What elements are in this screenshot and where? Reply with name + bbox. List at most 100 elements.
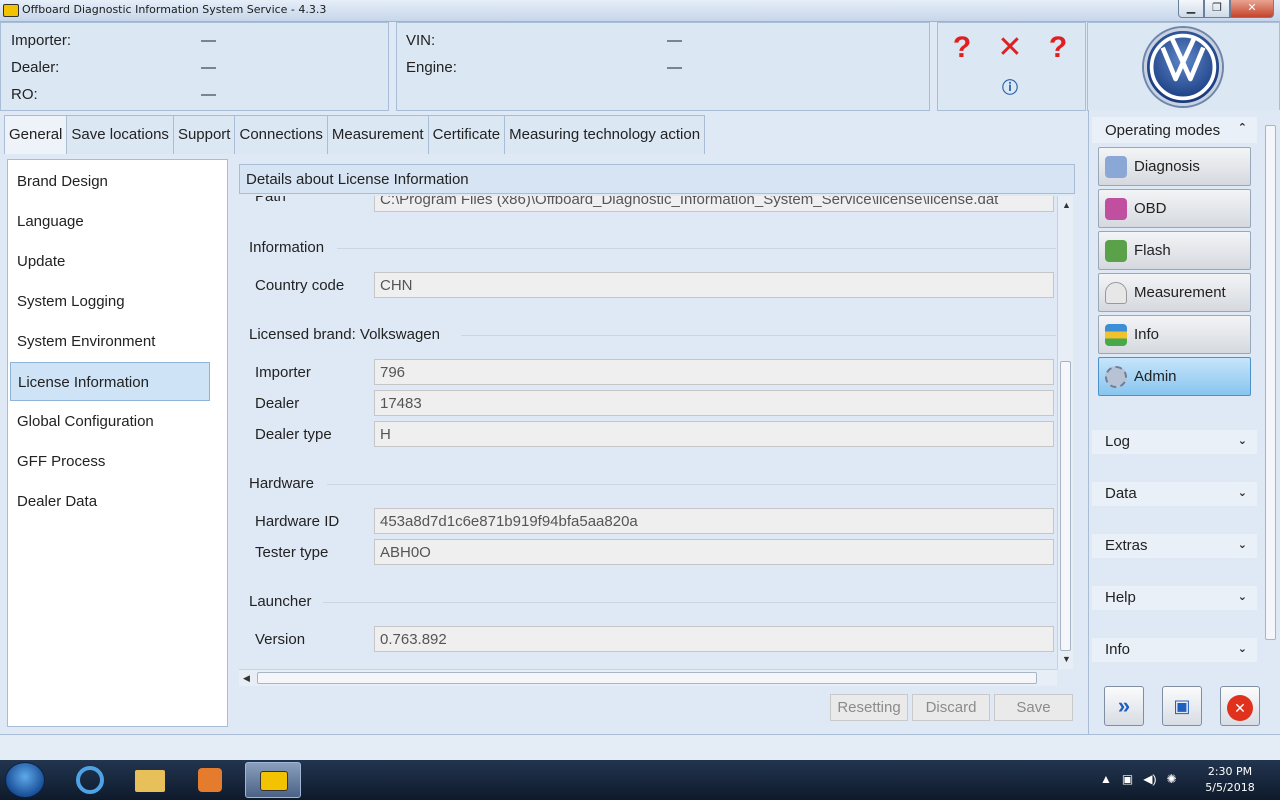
section-info[interactable]: Info ⌄ <box>1092 638 1257 662</box>
ro-label: RO: <box>11 86 38 103</box>
operating-modes-title: Operating modes <box>1105 122 1221 139</box>
mode-label: Info <box>1134 326 1160 343</box>
importer-field[interactable]: 796 <box>374 359 1054 385</box>
system-tray[interactable]: ▲ ▣ ◀) ✺ <box>1100 772 1177 786</box>
obd-icon <box>1105 198 1127 220</box>
version-label: Version <box>255 631 306 648</box>
vertical-scroll-thumb[interactable] <box>1060 361 1071 651</box>
file-explorer-icon[interactable] <box>122 762 178 798</box>
tab-general[interactable]: General <box>4 115 68 154</box>
tab-support[interactable]: Support <box>172 115 236 154</box>
section-help[interactable]: Help ⌄ <box>1092 586 1257 610</box>
importer-label: Importer: <box>11 32 72 49</box>
scroll-up-arrow-icon[interactable]: ▲ <box>1062 200 1071 210</box>
details-vertical-scrollbar[interactable]: ▲ ▼ <box>1057 196 1073 669</box>
hardware-id-field[interactable]: 453a8d7d1c6e871b919f94bfa5aa820a <box>374 508 1054 534</box>
dealer-field-label: Dealer <box>255 395 300 412</box>
nav-item-language[interactable]: Language <box>10 202 210 241</box>
country-code-label: Country code <box>255 277 345 294</box>
section-help-label: Help <box>1105 589 1136 606</box>
tab-connections[interactable]: Connections <box>234 115 328 154</box>
mode-info-button[interactable]: Info <box>1098 315 1251 354</box>
section-divider <box>327 484 1056 485</box>
discard-button[interactable]: Discard <box>912 694 990 721</box>
minimize-button[interactable]: ▁ <box>1178 0 1204 18</box>
path-field[interactable]: C:\Program Files (x86)\Offboard_Diagnost… <box>374 196 1054 212</box>
scroll-left-arrow-icon[interactable]: ◀ <box>243 673 250 684</box>
mode-flash-button[interactable]: Flash <box>1098 231 1251 270</box>
dealer-field[interactable]: 17483 <box>374 390 1054 416</box>
chevron-down-icon: ⌄ <box>1237 643 1247 655</box>
nav-item-dealer-data[interactable]: Dealer Data <box>10 482 210 521</box>
tab-measurement[interactable]: Measurement <box>326 115 429 154</box>
tab-save-locations[interactable]: Save locations <box>66 115 174 154</box>
engine-label: Engine: <box>406 59 457 76</box>
mode-label: OBD <box>1134 200 1167 217</box>
launcher-section-title: Launcher <box>249 593 312 610</box>
window-controls: ▁ ❐ ✕ <box>1178 0 1274 19</box>
mode-obd-button[interactable]: OBD <box>1098 189 1251 228</box>
tab-measuring-technology-action[interactable]: Measuring technology action <box>504 115 706 154</box>
info-icon[interactable]: ⓘ <box>996 75 1024 103</box>
section-extras-label: Extras <box>1105 537 1148 554</box>
engine-value: — <box>667 59 682 76</box>
section-log-label: Log <box>1105 433 1131 450</box>
mode-label: Admin <box>1134 368 1177 385</box>
exit-icon: ✕ <box>1227 695 1253 721</box>
tab-certificate[interactable]: Certificate <box>427 115 506 154</box>
operating-modes-header[interactable]: Operating modes ⌃ <box>1092 117 1257 143</box>
clock-date: 5/5/2018 <box>1205 781 1255 794</box>
section-log[interactable]: Log ⌄ <box>1092 430 1257 454</box>
title-bar: Offboard Diagnostic Information System S… <box>0 0 1280 22</box>
section-divider <box>323 602 1056 603</box>
exit-button[interactable]: ✕ <box>1220 686 1260 726</box>
vin-value: — <box>667 32 682 49</box>
mode-diagnosis-button[interactable]: Diagnosis <box>1098 147 1251 186</box>
sidebar-scroll-thumb[interactable] <box>1265 125 1276 640</box>
mode-label: Diagnosis <box>1134 158 1200 175</box>
scroll-down-arrow-icon[interactable]: ▼ <box>1062 654 1071 664</box>
key-help-icon[interactable]: ? <box>1042 31 1074 65</box>
tester-type-label: Tester type <box>255 544 329 561</box>
country-code-field[interactable]: CHN <box>374 272 1054 298</box>
odis-taskbar-icon[interactable] <box>245 762 301 798</box>
details-horizontal-scrollbar[interactable]: ◀ <box>239 669 1057 686</box>
importer-value: — <box>201 32 216 49</box>
nav-item-gff-process[interactable]: GFF Process <box>10 442 210 481</box>
chevron-down-icon: ⌄ <box>1237 487 1247 499</box>
internet-explorer-icon[interactable] <box>62 762 118 798</box>
nav-item-update[interactable]: Update <box>10 242 210 281</box>
app-icon <box>3 4 19 17</box>
save-button[interactable]: Save <box>994 694 1073 721</box>
close-window-button[interactable]: ✕ <box>1230 0 1274 18</box>
resetting-button[interactable]: Resetting <box>830 694 908 721</box>
version-field[interactable]: 0.763.892 <box>374 626 1054 652</box>
sidebar-scrollbar[interactable] <box>1263 115 1278 675</box>
mode-admin-button[interactable]: Admin <box>1098 357 1251 396</box>
horizontal-scroll-thumb[interactable] <box>257 672 1037 684</box>
restore-button[interactable]: ❐ <box>1204 0 1230 18</box>
ro-value: — <box>201 86 216 103</box>
dealer-label: Dealer: <box>11 59 60 76</box>
vehicle-help-icon[interactable]: ? <box>946 31 978 65</box>
section-data[interactable]: Data ⌄ <box>1092 482 1257 506</box>
fit-screen-button[interactable]: ▣ <box>1162 686 1202 726</box>
section-extras[interactable]: Extras ⌄ <box>1092 534 1257 558</box>
nav-item-system-logging[interactable]: System Logging <box>10 282 210 321</box>
nav-item-system-environment[interactable]: System Environment <box>10 322 210 361</box>
vin-label: VIN: <box>406 32 436 49</box>
section-divider <box>337 248 1056 249</box>
media-player-icon[interactable] <box>182 762 238 798</box>
section-divider <box>461 335 1056 336</box>
clock[interactable]: 2:30 PM 5/5/2018 <box>1190 764 1270 796</box>
mode-measurement-button[interactable]: Measurement <box>1098 273 1251 312</box>
nav-item-brand-design[interactable]: Brand Design <box>10 162 210 201</box>
forward-button[interactable]: » <box>1104 686 1144 726</box>
nav-item-license-information[interactable]: License Information <box>10 362 210 401</box>
nav-item-global-configuration[interactable]: Global Configuration <box>10 402 210 441</box>
hardware-id-label: Hardware ID <box>255 513 340 530</box>
dealer-type-field[interactable]: H <box>374 421 1054 447</box>
disconnected-tester-icon[interactable]: ✕ <box>994 31 1026 65</box>
start-button[interactable] <box>5 762 45 798</box>
tester-type-field[interactable]: ABH0O <box>374 539 1054 565</box>
